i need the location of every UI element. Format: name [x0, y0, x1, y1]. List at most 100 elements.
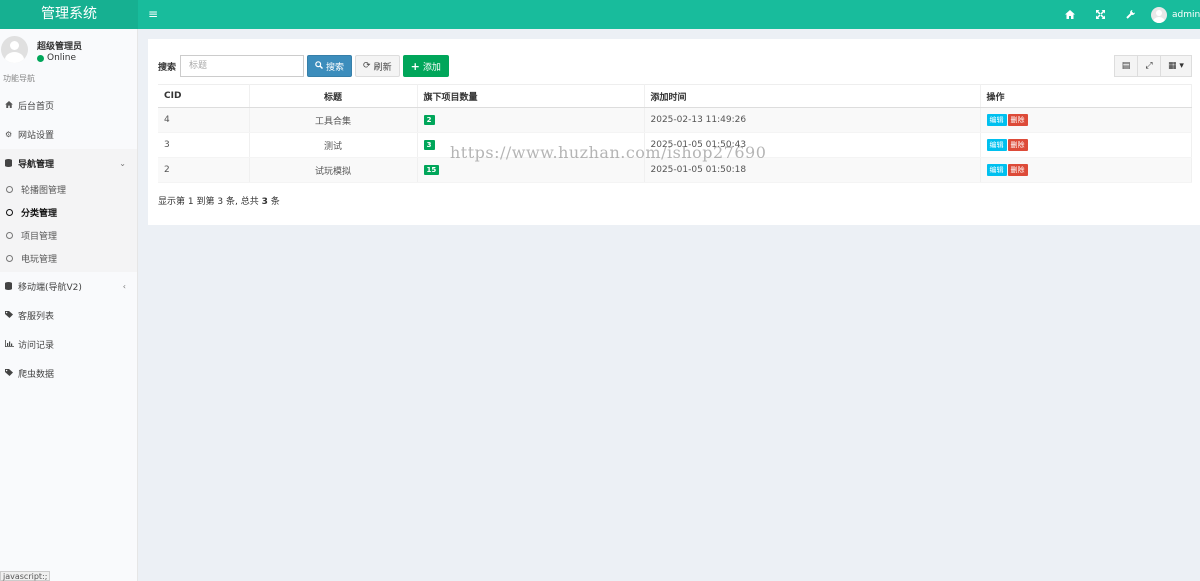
search-icon: [315, 60, 324, 72]
sidebar: 超级管理员 Online 功能导航 后台首页 ⚙ 网站设置 导航管理 ⌄ 轮播图…: [0, 29, 138, 581]
delete-button[interactable]: 删除: [1007, 114, 1028, 126]
delete-button[interactable]: 删除: [1007, 139, 1028, 151]
top-navbar: 管理系统 ≡ admin: [0, 0, 1200, 29]
column-header-cid[interactable]: CID: [158, 84, 250, 108]
refresh-icon: ⟳: [363, 61, 371, 71]
cell-time: 2025-02-13 11:49:26: [644, 107, 981, 133]
wrench-icon[interactable]: [1115, 0, 1145, 29]
user-menu[interactable]: admin: [1145, 0, 1200, 29]
pager-text: 条: [270, 197, 280, 207]
sidebar-toggle-button[interactable]: ≡: [145, 0, 161, 29]
pager-text: 条, 总共: [226, 197, 259, 207]
refresh-button[interactable]: ⟳ 刷新: [355, 55, 400, 77]
top-right-tools: admin: [1055, 0, 1200, 29]
circle-icon: [6, 209, 13, 216]
sidebar-item-label: 导航管理: [18, 160, 55, 170]
columns-button[interactable]: ▦ ▾: [1160, 55, 1192, 77]
export-button[interactable]: ▤: [1114, 55, 1138, 77]
fullscreen-icon[interactable]: [1085, 0, 1115, 29]
sidebar-item-customer-service[interactable]: 客服列表: [0, 301, 137, 330]
add-button[interactable]: + 添加: [402, 55, 449, 77]
avatar: [1151, 6, 1167, 23]
grid-icon: ▦ ▾: [1168, 61, 1184, 71]
sidebar-item-label: 网站设置: [18, 131, 55, 141]
count-badge: 2: [423, 115, 435, 125]
cell-cid: 4: [158, 107, 250, 133]
sidebar-subitem-games[interactable]: 电玩管理: [0, 247, 137, 270]
edit-button[interactable]: 编辑: [986, 139, 1007, 151]
bar-chart-icon: [5, 340, 17, 349]
sidebar-item-nav-management[interactable]: 导航管理 ⌄: [0, 149, 137, 178]
search-button-label: 搜索: [326, 62, 345, 73]
pagination-info: 显示第 1 到第 3 条, 总共 3 条: [158, 194, 280, 207]
table-row: 2 试玩模拟 15 2025-01-05 01:50:18 编辑 删除: [158, 157, 1192, 183]
sidebar-subitem-category[interactable]: 分类管理: [0, 201, 137, 224]
sidebar-item-label: 电玩管理: [21, 255, 58, 265]
user-panel: 超级管理员 Online: [0, 29, 137, 73]
column-header-count[interactable]: 旗下项目数量: [417, 84, 645, 108]
column-header-time[interactable]: 添加时间: [644, 84, 981, 108]
pager-to: 3: [217, 197, 224, 207]
sidebar-subitem-project[interactable]: 项目管理: [0, 224, 137, 247]
circle-icon: [6, 232, 13, 239]
table-header-row: CID 标题 旗下项目数量 添加时间 操作: [158, 84, 1192, 108]
app-title[interactable]: 管理系统: [0, 0, 138, 29]
table-row: 3 测试 3 2025-01-05 01:50:43 编辑 删除: [158, 132, 1192, 158]
sidebar-subitem-banner[interactable]: 轮播图管理: [0, 178, 137, 201]
sidebar-item-label: 后台首页: [18, 102, 55, 112]
cell-title: 工具合集: [249, 107, 418, 133]
status-dot-icon: [37, 54, 44, 62]
cell-time: 2025-01-05 01:50:43: [644, 132, 981, 158]
sidebar-item-home[interactable]: 后台首页: [0, 91, 137, 120]
circle-icon: [6, 255, 13, 262]
column-header-actions: 操作: [980, 84, 1192, 108]
refresh-button-label: 刷新: [373, 62, 392, 73]
data-table: CID 标题 旗下项目数量 添加时间 操作 4 工具合集 2 2025-02-1…: [158, 84, 1192, 183]
edit-button[interactable]: 编辑: [986, 114, 1007, 126]
browser-status-bar: javascript:;: [0, 571, 51, 581]
online-status: Online: [37, 53, 76, 63]
count-badge: 3: [423, 140, 435, 150]
table-row: 4 工具合集 2 2025-02-13 11:49:26 编辑 删除: [158, 107, 1192, 133]
cell-time: 2025-01-05 01:50:18: [644, 157, 981, 183]
pager-text: 到第: [196, 197, 215, 207]
plus-icon: +: [410, 59, 420, 73]
sidebar-item-visit-log[interactable]: 访问记录: [0, 330, 137, 359]
toolbar: 搜索 搜索 ⟳ 刷新 + 添加: [158, 55, 449, 77]
avatar: [1, 36, 28, 63]
column-header-title[interactable]: 标题: [249, 84, 418, 108]
pager-total: 3: [261, 197, 268, 207]
nav-header: 功能导航: [3, 74, 35, 83]
cell-title: 测试: [249, 132, 418, 158]
database-icon: [5, 281, 17, 292]
sidebar-item-site-settings[interactable]: ⚙ 网站设置: [0, 120, 137, 149]
add-button-label: 添加: [422, 62, 441, 73]
cell-title: 试玩模拟: [249, 157, 418, 183]
fullscreen-icon: ⤢: [1145, 61, 1153, 71]
circle-icon: [6, 186, 13, 193]
tags-icon: [5, 311, 17, 320]
sidebar-item-label: 轮播图管理: [21, 186, 67, 196]
table-tools: ▤ ⤢ ▦ ▾: [1114, 55, 1192, 77]
cell-cid: 3: [158, 132, 250, 158]
sidebar-item-label: 项目管理: [21, 232, 58, 242]
sidebar-item-label: 爬虫数据: [18, 370, 55, 380]
delete-button[interactable]: 删除: [1007, 164, 1028, 176]
search-input[interactable]: [180, 55, 305, 77]
search-button[interactable]: 搜索: [307, 55, 353, 77]
count-badge: 15: [423, 165, 440, 175]
nav-submenu: 轮播图管理 分类管理 项目管理 电玩管理: [0, 178, 137, 272]
tags-icon: [5, 369, 17, 378]
home-icon[interactable]: [1055, 0, 1085, 29]
edit-button[interactable]: 编辑: [986, 164, 1007, 176]
main-panel: 搜索 搜索 ⟳ 刷新 + 添加 ▤ ⤢ ▦ ▾ CID 标题 旗下项目数量 添加…: [148, 39, 1200, 225]
sidebar-item-mobile-nav[interactable]: 移动端(导航V2) ‹: [0, 272, 137, 301]
chevron-down-icon: ⌄: [119, 159, 126, 168]
sidebar-item-crawler-data[interactable]: 爬虫数据: [0, 359, 137, 388]
pager-from: 1: [187, 197, 194, 207]
search-label: 搜索: [158, 62, 177, 73]
sidebar-user-name: 超级管理员: [37, 42, 83, 52]
user-name: admin: [1172, 9, 1200, 20]
chevron-left-icon: ‹: [122, 282, 126, 291]
fullscreen-button[interactable]: ⤢: [1137, 55, 1161, 77]
